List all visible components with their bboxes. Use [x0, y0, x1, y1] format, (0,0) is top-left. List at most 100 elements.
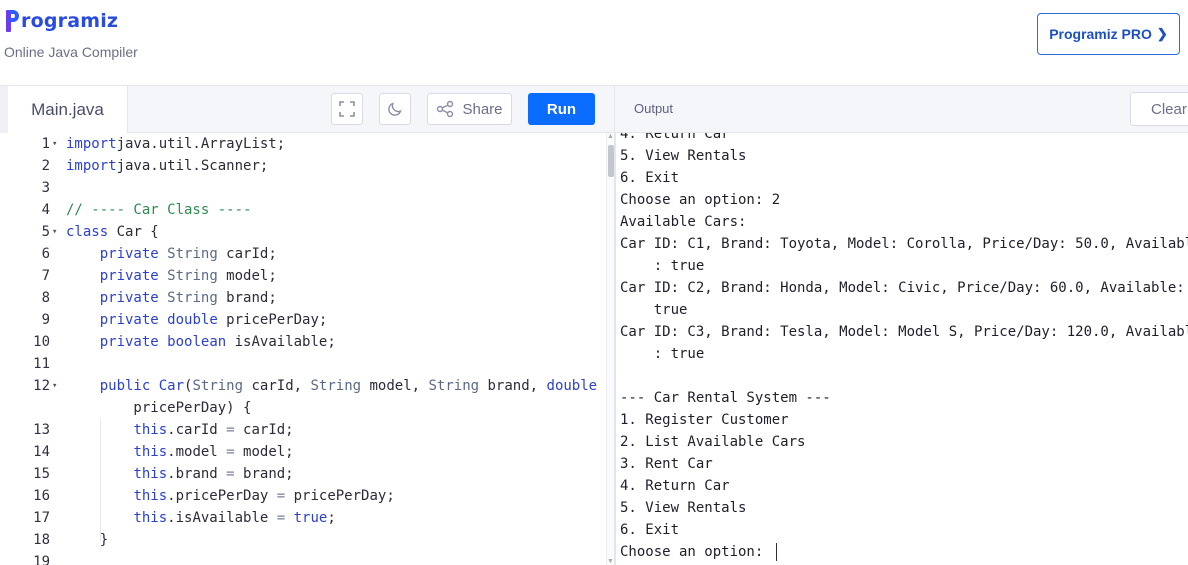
site-header: rogramiz Online Java Compiler Programiz …	[0, 0, 1188, 86]
code-text: public Car(String carId, String model, S…	[99, 378, 598, 394]
line-number: 12	[33, 378, 50, 394]
output-line: --- Car Rental System ---	[620, 390, 831, 406]
code-line[interactable]: 18 }	[0, 529, 614, 551]
run-button[interactable]: Run	[528, 93, 595, 125]
code-line[interactable]: 9 private double pricePerDay;	[0, 309, 614, 331]
line-number: 3	[41, 180, 50, 196]
scroll-down-icon[interactable]: ▼	[607, 558, 614, 565]
page-subtitle: Online Java Compiler	[4, 44, 138, 60]
output-line: 4. Return Car	[620, 133, 730, 142]
code-text: private String carId;	[99, 246, 277, 262]
fold-chevron-icon[interactable]: ▾	[52, 133, 57, 155]
moon-icon	[388, 102, 402, 116]
share-label: Share	[462, 100, 503, 118]
code-text: pricePerDay) {	[66, 400, 252, 416]
line-number: 18	[33, 532, 50, 548]
code-line[interactable]: 13 this.carId = carId;	[0, 419, 614, 441]
code-line[interactable]: 19	[0, 551, 614, 565]
input-caret[interactable]	[775, 543, 777, 561]
code-text: class Car {	[66, 224, 159, 240]
code-line[interactable]: 10 private boolean isAvailable;	[0, 331, 614, 353]
programiz-logo[interactable]: rogramiz	[6, 10, 118, 32]
pro-button-label: Programiz PRO	[1049, 26, 1152, 42]
code-text: }	[66, 532, 109, 548]
output-line: Available Cars:	[620, 214, 747, 230]
clear-button[interactable]: Clear	[1130, 92, 1188, 126]
share-icon	[437, 100, 454, 118]
code-line[interactable]: 4 // ---- Car Class ----	[0, 199, 614, 221]
code-line[interactable]: 16 this.pricePerDay = pricePerDay;	[0, 485, 614, 507]
code-line[interactable]: 12 ▾ public Car(String carId, String mode…	[0, 375, 614, 397]
code-line[interactable]: 1 ▾ importjava.util.ArrayList;	[0, 133, 614, 155]
chevron-right-icon: ❯	[1156, 26, 1168, 41]
output-line: Car ID: C1, Brand: Toyota, Model: Coroll…	[620, 236, 1188, 252]
output-label: Output	[634, 101, 674, 116]
code-text: private double pricePerDay;	[99, 312, 328, 328]
line-number: 1	[41, 136, 50, 152]
output-line: 5. View Rentals	[620, 500, 747, 516]
code-text: private boolean isAvailable;	[99, 334, 336, 350]
line-number: 8	[41, 290, 50, 306]
output-line: true	[620, 302, 688, 318]
output-line: Choose an option: 2	[620, 192, 781, 208]
line-number: 19	[33, 554, 50, 565]
line-number: 5	[41, 224, 50, 240]
theme-toggle-button[interactable]	[379, 93, 411, 125]
code-line[interactable]: 7 private String model;	[0, 265, 614, 287]
line-number: 17	[33, 510, 50, 526]
line-number: 7	[41, 268, 50, 284]
fold-chevron-icon[interactable]: ▾	[52, 375, 57, 397]
code-editor[interactable]: 1 ▾ importjava.util.ArrayList; 2 importjava.…	[0, 133, 614, 565]
code-line[interactable]: 11	[0, 353, 614, 375]
programiz-pro-button[interactable]: Programiz PRO ❯	[1037, 13, 1180, 55]
line-number: 14	[33, 444, 50, 460]
logo-text: rogramiz	[21, 10, 119, 32]
code-line[interactable]: 5 ▾ class Car {	[0, 221, 614, 243]
line-number: 13	[33, 422, 50, 438]
output-line: 6. Exit	[620, 522, 680, 538]
output-line: 1. Register Customer	[620, 412, 789, 428]
output-line: : true	[620, 258, 705, 274]
editor-scrollbar[interactable]: ▲ ▼	[606, 133, 614, 565]
output-line: Car ID: C3, Brand: Tesla, Model: Model S…	[620, 324, 1188, 340]
code-line[interactable]: 14 this.model = model;	[0, 441, 614, 463]
editor-toolbar: Main.java Share Run Output Clear	[0, 86, 1188, 134]
tab-main-java[interactable]: Main.java	[8, 86, 128, 134]
scroll-up-icon[interactable]: ▲	[607, 133, 614, 140]
line-number: 15	[33, 466, 50, 482]
output-line: : true	[620, 346, 705, 362]
line-number: 16	[33, 488, 50, 504]
code-line[interactable]: 17 this.isAvailable = true;	[0, 507, 614, 529]
output-line: Choose an option:	[620, 541, 777, 563]
code-line[interactable]: 15 this.brand = brand;	[0, 463, 614, 485]
code-line[interactable]: 6 private String carId;	[0, 243, 614, 265]
code-text: // ---- Car Class ----	[66, 202, 252, 218]
code-text: this.pricePerDay = pricePerDay;	[133, 488, 395, 504]
line-number: 11	[33, 356, 50, 372]
code-line[interactable]: 8 private String brand;	[0, 287, 614, 309]
line-number: 4	[41, 202, 50, 218]
output-line: Car ID: C2, Brand: Honda, Model: Civic, …	[620, 280, 1185, 296]
code-text: private String model;	[99, 268, 277, 284]
fullscreen-button[interactable]	[331, 93, 363, 125]
output-line: 4. Return Car	[620, 478, 730, 494]
code-line[interactable]: 3	[0, 177, 614, 199]
output-line: 2. List Available Cars	[620, 434, 806, 450]
line-number: 2	[41, 158, 50, 174]
output-line: 6. Exit	[620, 170, 680, 186]
code-line[interactable]: 2 importjava.util.Scanner;	[0, 155, 614, 177]
output-console[interactable]: 4. Return Car 5. View Rentals 6. Exit Choos…	[616, 133, 1188, 565]
output-line: 5. View Rentals	[620, 148, 747, 164]
code-text: this.isAvailable = true;	[133, 510, 336, 526]
output-line: 3. Rent Car	[620, 456, 713, 472]
fold-chevron-icon[interactable]: ▾	[52, 221, 57, 243]
line-number: 6	[41, 246, 50, 262]
line-number: 10	[33, 334, 50, 350]
fullscreen-icon	[339, 101, 355, 117]
code-text: private String brand;	[99, 290, 277, 306]
programiz-logo-icon	[6, 10, 20, 32]
line-number: 9	[41, 312, 50, 328]
code-line[interactable]: pricePerDay) {	[0, 397, 614, 419]
code-text: importjava.util.Scanner;	[66, 158, 269, 174]
share-button[interactable]: Share	[427, 93, 512, 125]
